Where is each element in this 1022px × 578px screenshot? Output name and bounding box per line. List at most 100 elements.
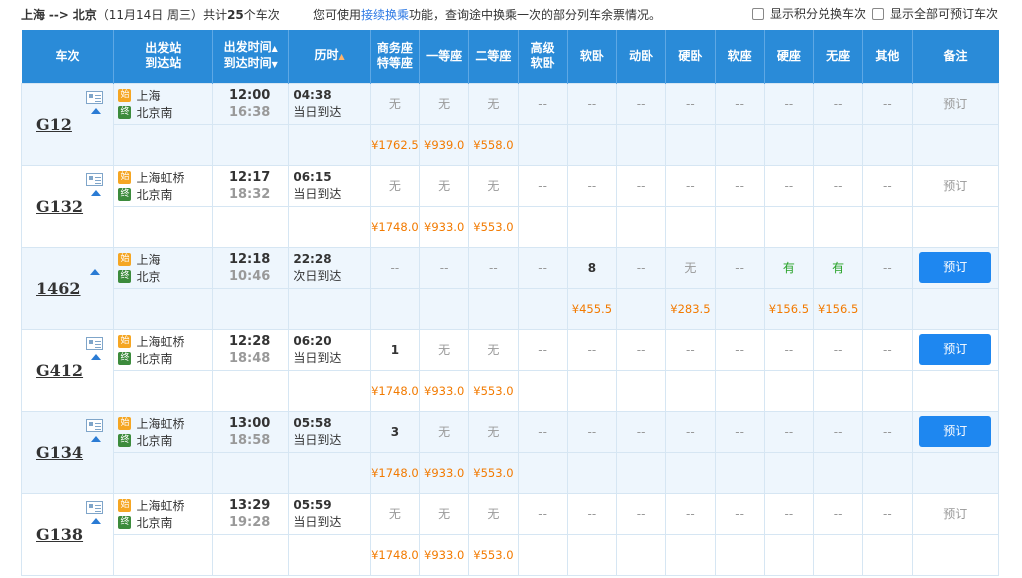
train-number-link[interactable]: G412 [36,361,83,380]
station-cell: 始上海终北京 [113,246,213,289]
expand-stops-icon[interactable] [90,268,100,275]
book-button[interactable]: 预订 [919,334,992,365]
price-standing [813,451,864,494]
price-other [862,205,913,248]
col-time[interactable]: 出发时间▲ 到达时间▼ [212,30,290,83]
price-deluxe-sleeper [517,205,568,248]
to-station[interactable]: 终北京 [118,268,212,285]
departure-time: 12:00 [228,87,271,103]
arrival-day: 当日到达 [293,104,342,119]
to-station[interactable]: 终北京南 [118,350,212,367]
train-number-link[interactable]: 1462 [36,279,81,298]
price-second: ¥553.0 [468,451,519,494]
seat-hard-seat: -- [763,164,815,207]
seat-availability: -- [587,178,597,193]
expand-stops-icon[interactable] [91,517,101,524]
price-spacer [113,533,213,576]
book-button[interactable]: 预订 [919,416,992,447]
start-station-badge: 始 [118,170,132,184]
end-station-badge: 终 [118,351,132,365]
station-cell: 始上海虹桥终北京南 [113,164,213,207]
duration-time: 06:15 [293,169,332,184]
seat-soft-sleeper: -- [566,410,618,453]
price-emu-sleeper [616,369,667,412]
seat-availability: -- [587,424,597,439]
departure-time: 12:17 [228,169,271,185]
query-summary-bar: 上海 --> 北京（11月14日 周三）共计25个车次 您可使用接续换乘功能，查… [0,0,1022,28]
id-card-icon [86,418,103,432]
price-soft-seat [714,533,765,576]
seat-availability: -- [636,96,646,111]
to-station[interactable]: 终北京南 [118,514,212,531]
seat-availability: 无 [438,425,451,439]
seat-soft-sleeper: -- [566,492,618,535]
price-soft-seat [714,205,765,248]
price-hard-sleeper [665,205,716,248]
seat-price: ¥1748.0 [371,219,419,234]
show-points-checkbox[interactable] [752,7,764,20]
seat-standing: -- [813,82,864,125]
book-button[interactable]: 预订 [919,252,992,283]
arrival-time: 10:46 [228,268,271,284]
sort-down-icon[interactable]: ▼ [272,60,278,69]
to-station[interactable]: 终北京南 [118,186,212,203]
seat-availability: 无 [438,179,451,193]
seat-availability: 3 [390,424,400,439]
train-number-link[interactable]: G132 [36,197,83,216]
price-soft-sleeper: ¥455.5 [566,287,618,330]
time-cell: 12:00 16:38 [211,82,290,125]
col-other: 其他 [862,30,913,83]
price-business: ¥1748.0 [369,205,421,248]
expand-stops-icon[interactable] [91,107,101,114]
time-cell: 12:28 18:48 [211,328,290,371]
from-station[interactable]: 始上海虹桥 [118,497,212,514]
departure-time: 13:00 [228,415,271,431]
expand-stops-icon[interactable] [91,189,101,196]
from-station[interactable]: 始上海 [118,87,212,104]
price-spacer [288,451,371,494]
to-station[interactable]: 终北京南 [118,432,212,449]
station-cell: 始上海虹桥终北京南 [113,410,213,453]
arrival-day: 当日到达 [293,186,342,201]
train-number-link[interactable]: G134 [36,443,83,462]
seat-availability: -- [538,96,547,111]
departure-time: 13:29 [228,497,271,513]
expand-stops-icon[interactable] [91,353,101,360]
from-station[interactable]: 始上海虹桥 [118,415,212,432]
seat-business: 无 [369,492,421,535]
expand-stops-icon[interactable] [91,435,101,442]
time-cell: 12:17 18:32 [211,164,290,207]
seat-other: -- [862,164,913,207]
sort-up-icon[interactable]: ▲ [338,52,344,61]
transfer-link[interactable]: 接续换乘 [361,8,409,22]
from-station[interactable]: 始上海虹桥 [118,169,212,186]
sort-up-icon[interactable]: ▲ [272,44,278,53]
seat-first: 无 [419,410,470,453]
seat-hard-seat: -- [763,82,815,125]
seat-emu-sleeper: -- [616,328,667,371]
to-station[interactable]: 终北京南 [118,104,212,121]
to-station-name: 北京南 [136,187,173,202]
seat-price: ¥156.5 [768,301,810,316]
from-station[interactable]: 始上海虹桥 [118,333,212,350]
seat-price: ¥939.0 [424,137,465,152]
seat-price: ¥283.5 [670,301,711,316]
show-points-trains-option[interactable]: 显示积分兑换车次 [752,5,866,22]
col-duration[interactable]: 历时▲ [288,30,371,83]
seat-availability: 无 [684,261,697,275]
price-spacer [113,205,213,248]
departure-time: 12:18 [228,251,271,267]
show-points-label: 显示积分兑换车次 [770,7,867,21]
end-station-badge: 终 [118,105,132,119]
seat-availability: 无 [487,343,500,357]
price-spacer [911,451,1000,494]
from-station[interactable]: 始上海 [118,251,212,268]
seat-availability: -- [784,342,794,357]
price-hard-seat [763,451,815,494]
seat-availability: -- [883,96,892,111]
train-number-link[interactable]: G12 [36,115,72,134]
show-all-bookable-checkbox[interactable] [872,7,884,20]
time-cell: 13:00 18:58 [211,410,290,453]
show-all-bookable-option[interactable]: 显示全部可预订车次 [872,5,998,22]
train-number-link[interactable]: G138 [36,525,83,544]
